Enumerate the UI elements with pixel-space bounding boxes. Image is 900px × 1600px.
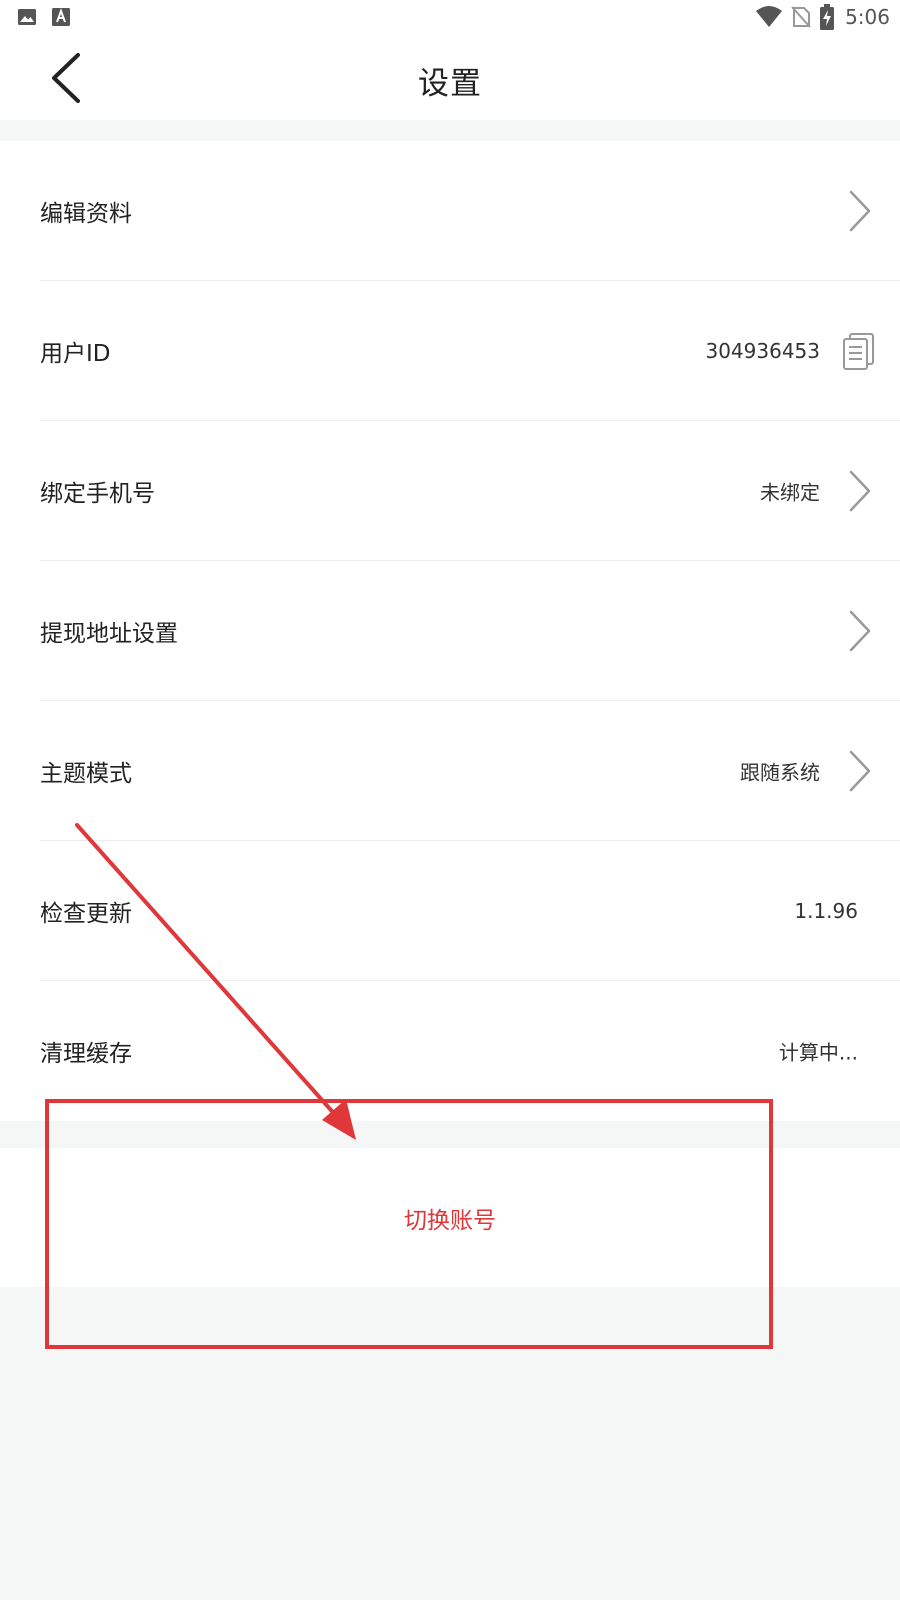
settings-row-bind-phone[interactable]: 绑定手机号 未绑定 [0,421,900,561]
battery-charging-icon [820,4,835,30]
settings-row-check-update[interactable]: 检查更新 1.1.96 [0,841,900,981]
settings-row-theme-mode[interactable]: 主题模式 跟随系统 [0,701,900,841]
page-title: 设置 [418,66,482,102]
row-label: 提现地址设置 [40,621,178,647]
row-label: 用户ID [40,341,111,367]
version-value: 1.1.96 [794,899,858,923]
nav-bar: 设置 [0,36,900,120]
settings-row-withdraw-address[interactable]: 提现地址设置 [0,561,900,701]
row-label: 检查更新 [40,901,132,927]
chevron-right-icon [849,610,871,652]
settings-row-clear-cache[interactable]: 清理缓存 计算中... [0,981,900,1121]
copy-icon[interactable] [842,332,876,370]
theme-mode-value: 跟随系统 [740,760,820,785]
status-bar: 5:06 [0,0,900,36]
status-left-icons [17,7,71,27]
chevron-right-icon [849,750,871,792]
user-id-value: 304936453 [705,339,820,363]
row-label: 清理缓存 [40,1041,132,1067]
wifi-icon [756,6,783,27]
chevron-right-icon [849,190,871,232]
row-label: 主题模式 [40,761,132,787]
chevron-right-icon [849,470,871,512]
settings-row-user-id: 用户ID 304936453 [0,281,900,421]
switch-account-button[interactable]: 切换账号 [0,1148,900,1287]
settings-list: 编辑资料 用户ID 304936453 绑定手机号 未绑定 提现地址设置 主题模… [0,141,900,1121]
no-sim-icon [791,6,811,28]
bind-phone-status: 未绑定 [760,480,820,505]
status-time: 5:06 [845,5,890,29]
text-a-icon [52,8,70,26]
row-label: 编辑资料 [40,201,132,227]
image-icon [18,9,36,25]
switch-account-label: 切换账号 [404,1207,496,1234]
row-label: 绑定手机号 [40,481,155,507]
status-right-icons: 5:06 [755,4,890,30]
settings-row-edit-profile[interactable]: 编辑资料 [0,141,900,281]
cache-size-value: 计算中... [778,1040,858,1065]
